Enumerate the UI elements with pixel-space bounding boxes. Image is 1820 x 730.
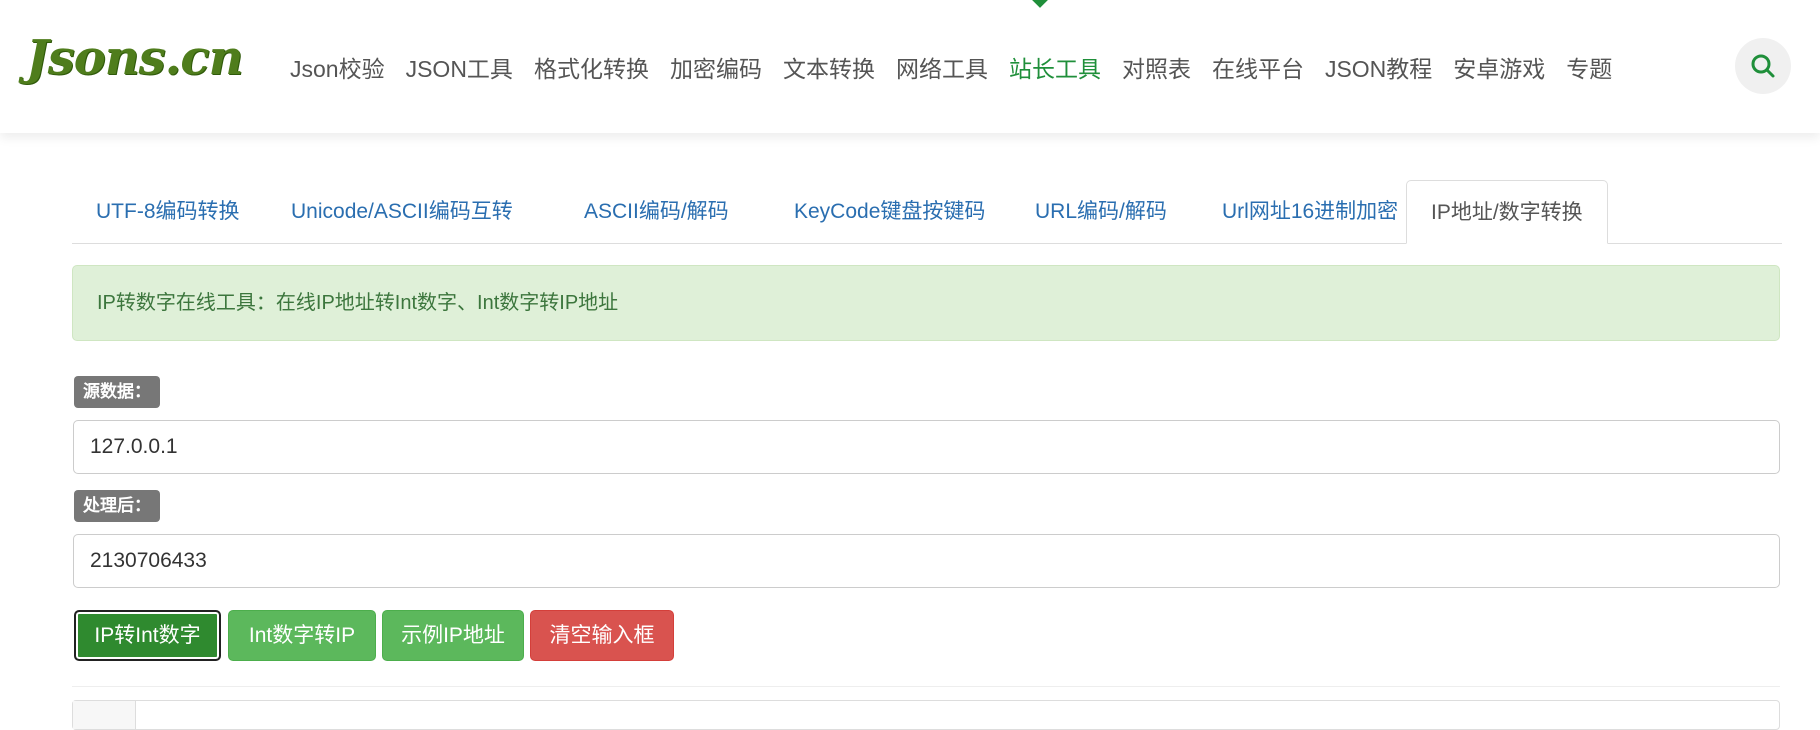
result-output-input[interactable] — [73, 534, 1780, 588]
tab-ip-number-convert[interactable]: IP地址/数字转换 — [1406, 180, 1608, 244]
nav-item-android-games[interactable]: 安卓游戏 — [1453, 50, 1545, 84]
site-logo[interactable]: Jsons.cn — [26, 30, 244, 86]
line-number-gutter — [73, 701, 136, 729]
site-header: Jsons.cn Json校验 JSON工具 格式化转换 加密编码 文本转换 网… — [0, 0, 1820, 133]
nav-item-json-tutorial[interactable]: JSON教程 — [1325, 50, 1432, 84]
search-button[interactable] — [1735, 38, 1791, 94]
tab-url-encode[interactable]: URL编码/解码 — [1011, 180, 1191, 243]
section-divider — [72, 686, 1780, 687]
nav-item-reference-tables[interactable]: 对照表 — [1122, 50, 1191, 84]
tab-keycode[interactable]: KeyCode键盘按键码 — [770, 180, 1009, 243]
source-data-label: 源数据： — [74, 376, 160, 408]
tab-unicode-ascii[interactable]: Unicode/ASCII编码互转 — [267, 180, 537, 243]
ip-to-int-button[interactable]: IP转Int数字 — [74, 610, 221, 661]
tab-url-hex-encrypt[interactable]: Url网址16进制加密 — [1198, 180, 1422, 243]
nav-item-encrypt-encode[interactable]: 加密编码 — [670, 50, 762, 84]
result-label: 处理后： — [74, 490, 160, 522]
nav-item-format-convert[interactable]: 格式化转换 — [534, 50, 649, 84]
nav-item-text-convert[interactable]: 文本转换 — [783, 50, 875, 84]
example-ip-button[interactable]: 示例IP地址 — [382, 610, 524, 661]
search-icon — [1751, 54, 1775, 78]
nav-item-network-tools[interactable]: 网络工具 — [896, 50, 988, 84]
int-to-ip-button[interactable]: Int数字转IP — [228, 610, 376, 661]
main-nav: Json校验 JSON工具 格式化转换 加密编码 文本转换 网络工具 站长工具 … — [290, 50, 1633, 84]
nav-item-json-validate[interactable]: Json校验 — [290, 50, 385, 84]
nav-item-webmaster-tools[interactable]: 站长工具 — [1009, 50, 1101, 84]
clear-input-button[interactable]: 清空输入框 — [530, 610, 674, 661]
nav-item-json-tools[interactable]: JSON工具 — [406, 50, 513, 84]
nav-item-topics[interactable]: 专题 — [1566, 50, 1612, 84]
tab-utf8-encode[interactable]: UTF-8编码转换 — [72, 180, 264, 243]
tool-description-alert: IP转数字在线工具：在线IP地址转Int数字、Int数字转IP地址 — [72, 265, 1780, 341]
source-data-input[interactable] — [73, 420, 1780, 474]
active-nav-indicator — [1030, 0, 1050, 8]
tool-tabs: UTF-8编码转换 Unicode/ASCII编码互转 ASCII编码/解码 K… — [72, 180, 1782, 244]
nav-item-online-platform[interactable]: 在线平台 — [1212, 50, 1304, 84]
code-output-box[interactable] — [72, 700, 1780, 730]
tab-ascii-encode[interactable]: ASCII编码/解码 — [560, 180, 753, 243]
